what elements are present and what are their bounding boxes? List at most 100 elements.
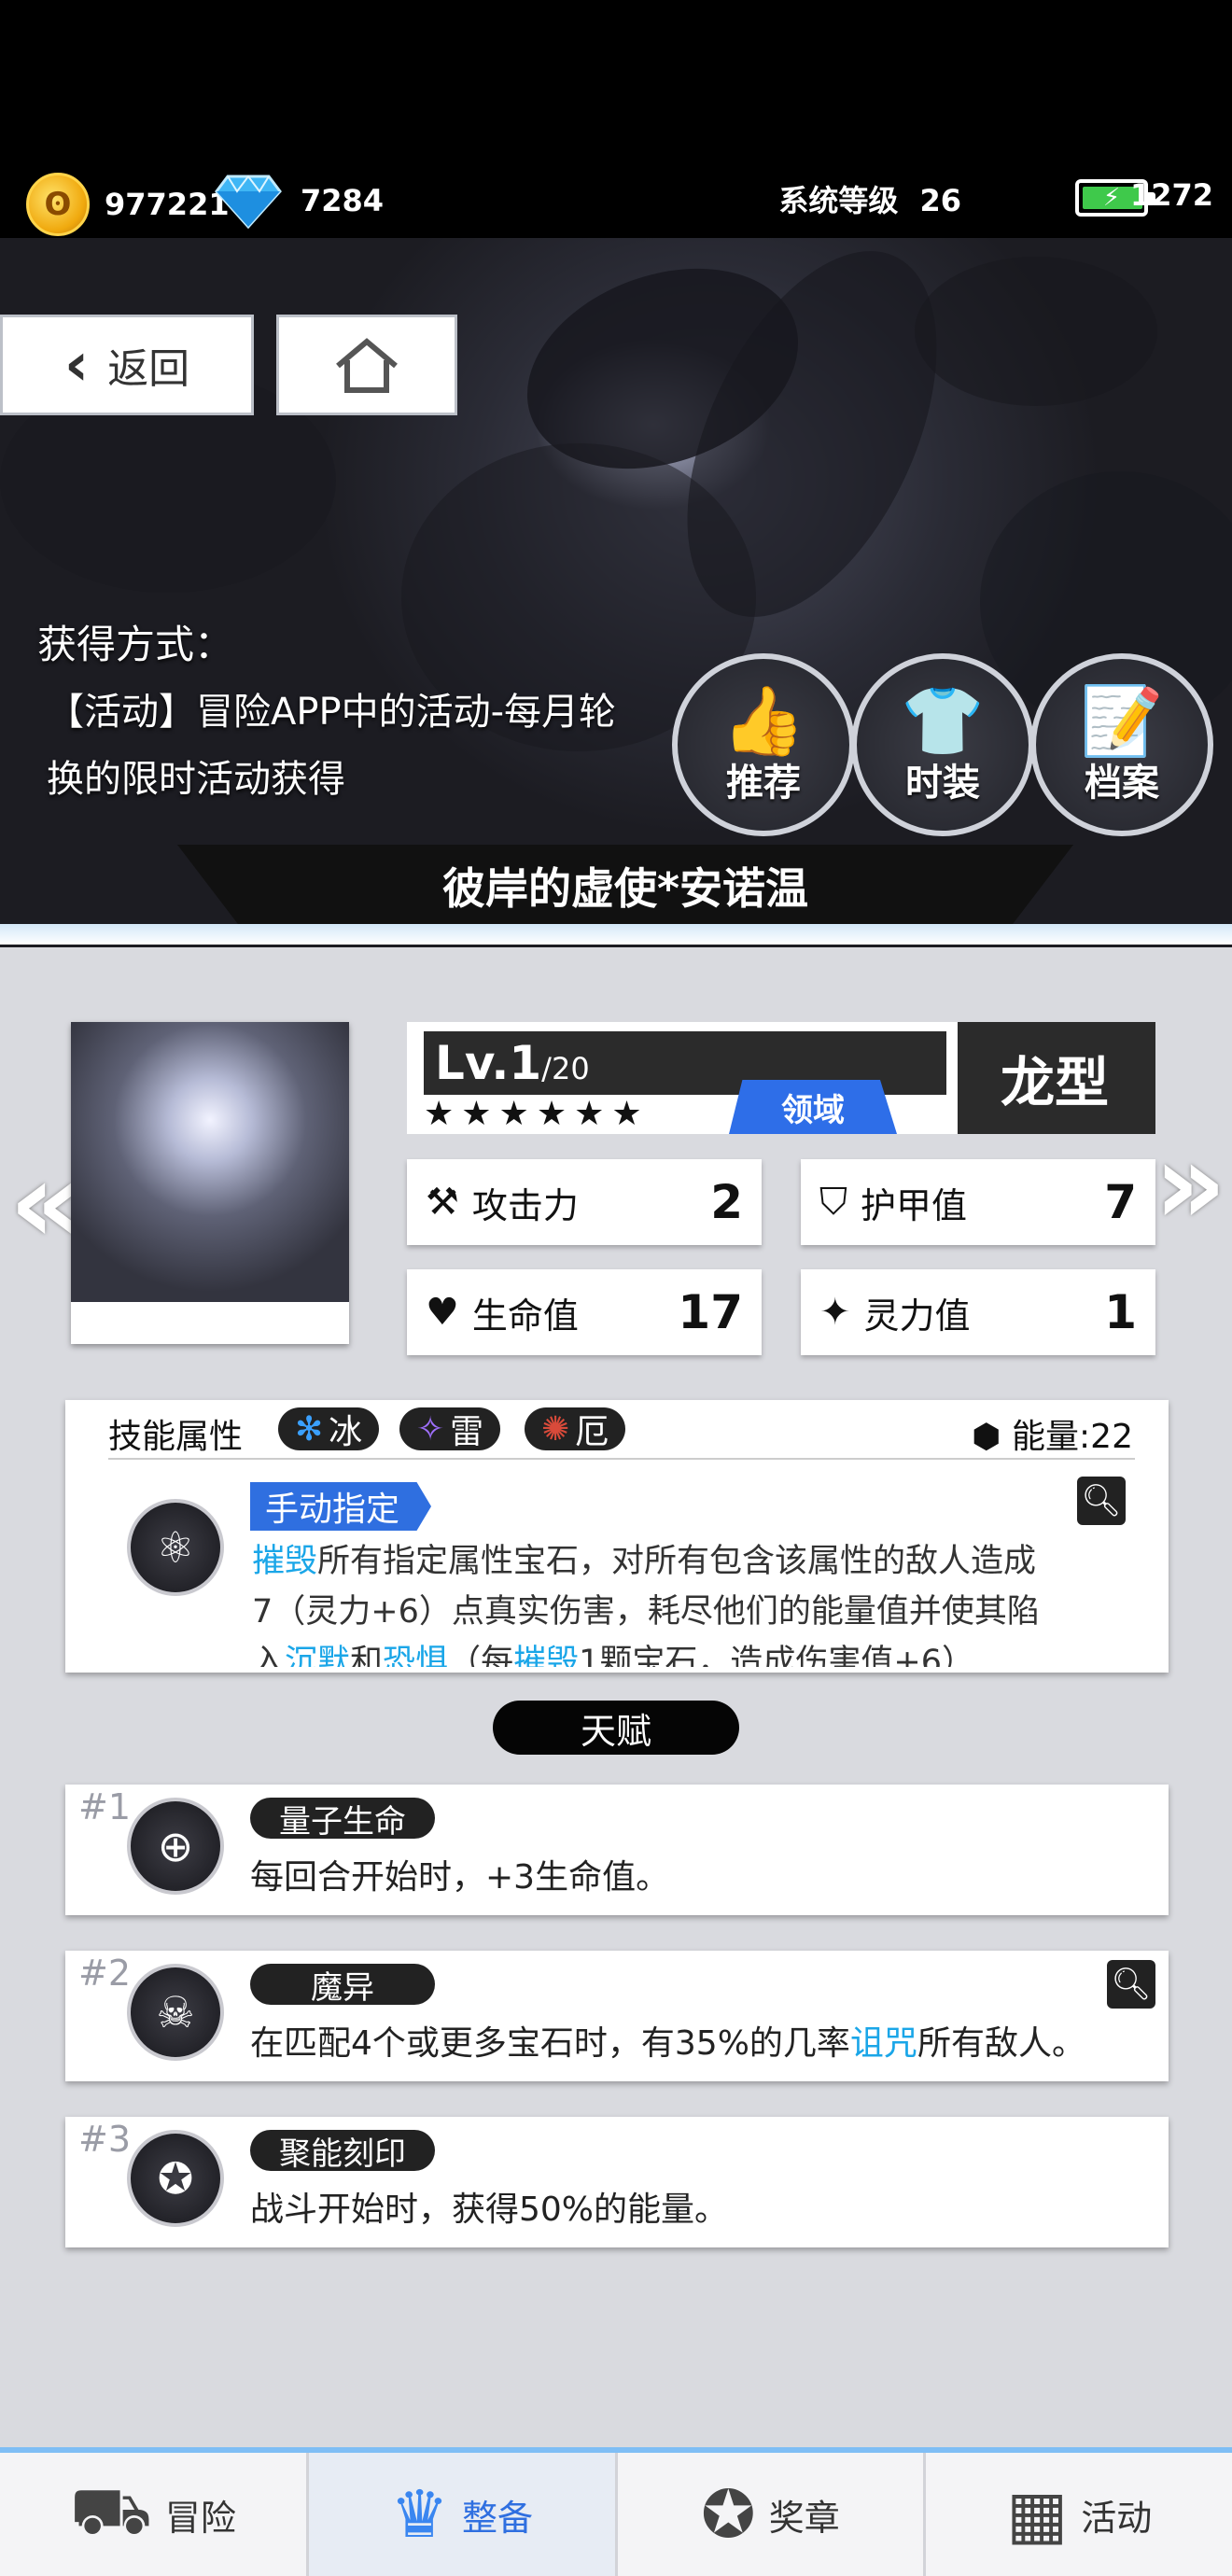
- character-portrait: [71, 1022, 349, 1344]
- hp-stat: ♥ 生命值 17: [407, 1269, 762, 1355]
- skill-text-3c: （每: [448, 1644, 514, 1667]
- fashion-label: 时装: [905, 762, 980, 805]
- keyword-destroy[interactable]: 摧毁: [252, 1543, 317, 1580]
- talent-desc-b: 所有敌人。: [917, 2024, 1085, 2063]
- tag-thunder-label: 雷: [450, 1413, 484, 1451]
- shield-icon: ⛉: [819, 1181, 847, 1224]
- talent-description: 在匹配4个或更多宝石时，有35%的几率诅咒所有敌人。: [250, 2016, 1085, 2065]
- spirit-value: 1: [1104, 1285, 1137, 1339]
- spirit-stat: ✦ 灵力值 1: [801, 1269, 1155, 1355]
- skill-text-3d: 1颗宝石，造成伤害值+6）: [579, 1644, 974, 1667]
- armor-value: 7: [1104, 1175, 1137, 1229]
- skill-mode-badge: 手动指定: [250, 1482, 432, 1531]
- calendar-icon: ▦: [1006, 2476, 1069, 2553]
- spirit-label: 灵力值: [863, 1295, 971, 1337]
- recommend-button[interactable]: 👍 推荐: [672, 653, 855, 836]
- quantum-life-icon: ⊕: [127, 1798, 224, 1895]
- talent-number: #3: [78, 2119, 132, 2160]
- star-badge-icon: ✪: [701, 2476, 756, 2553]
- star-rating: ★★★★★★: [424, 1095, 650, 1133]
- fashion-button[interactable]: 👕 时装: [851, 653, 1034, 836]
- skill-text-3a: 入: [252, 1644, 286, 1667]
- bottom-nav: ⛟ 冒险 ♛ 整备 ✪ 奖章 ▦ 活动: [0, 2447, 1232, 2576]
- character-hero: ‹ 返回 获得方式： 【活动】冒险APP中的活动-每月轮 换的限时活动获得 👍 …: [0, 238, 1232, 947]
- skill-text-1: 所有指定属性宝石，对所有包含该属性的敌人造成: [317, 1543, 1037, 1580]
- talent-name: 魔异: [250, 1964, 435, 2007]
- keyword-curse[interactable]: 诅咒: [850, 2024, 917, 2063]
- magnifier-icon[interactable]: 🔍︎: [1077, 1477, 1126, 1525]
- archive-button[interactable]: 📝 档案: [1030, 653, 1213, 836]
- next-character-arrow[interactable]: »: [1154, 1129, 1226, 1241]
- talent-description: 每回合开始时，+3生命值。: [250, 1858, 670, 1897]
- tab-medal-label: 奖章: [768, 2497, 840, 2539]
- diamond-counter: 7284: [215, 173, 384, 229]
- system-level-value: 26: [919, 183, 961, 218]
- skill-energy: ⬢ 能量:22: [972, 1409, 1133, 1458]
- acquire-info: 获得方式： 【活动】冒险APP中的活动-每月轮 换的限时活动获得: [37, 611, 616, 813]
- talent-item: #1 ⊕ 量子生命 每回合开始时，+3生命值。: [65, 1785, 1169, 1915]
- skill-text-2: 7（灵力+6）点真实伤害，耗尽他们的能量值并使其陷: [252, 1593, 1040, 1631]
- keyword-fear[interactable]: 恐惧: [383, 1644, 448, 1667]
- armor-label: 护甲值: [861, 1184, 968, 1226]
- armor-stat: ⛉ 护甲值 7: [801, 1159, 1155, 1245]
- truck-icon: ⛟: [69, 2471, 152, 2549]
- talent-item: #2 ☠ 魔异 🔍︎ 在匹配4个或更多宝石时，有35%的几率诅咒所有敌人。: [65, 1951, 1169, 2081]
- acquire-line-2: 换的限时活动获得: [47, 758, 345, 801]
- energy-hex-icon: ⬢: [972, 1418, 1001, 1456]
- magnifier-icon[interactable]: 🔍︎: [1107, 1960, 1155, 2009]
- diamond-value: 7284: [301, 183, 385, 218]
- gem-icon: ♛: [390, 2476, 449, 2553]
- lightning-icon: ✧: [416, 1409, 445, 1449]
- heart-icon: ♥: [426, 1291, 459, 1334]
- tab-equip-label: 整备: [462, 2497, 534, 2539]
- hp-label: 生命值: [471, 1295, 579, 1337]
- thumbs-up-icon: 👍: [721, 681, 805, 760]
- attack-label: 攻击力: [471, 1184, 579, 1226]
- back-button[interactable]: ‹ 返回: [0, 315, 254, 415]
- talent-name: 量子生命: [250, 1798, 435, 1841]
- keyword-silence[interactable]: 沉默: [285, 1644, 350, 1667]
- acquire-title: 获得方式：: [37, 622, 234, 667]
- snowflake-icon: ✻: [295, 1409, 324, 1449]
- talent-item: #3 ✪ 聚能刻印 战斗开始时，获得50%的能量。: [65, 2117, 1169, 2247]
- skill-energy-label: 能量:22: [1012, 1418, 1133, 1456]
- diamond-icon: [215, 175, 282, 229]
- tab-equip[interactable]: ♛ 整备: [308, 2453, 618, 2576]
- tag-thunder: ✧ 雷: [399, 1407, 501, 1451]
- level-panel: Lv.1/20 ★★★★★★ 领域 龙型: [407, 1022, 1155, 1134]
- tab-adventure[interactable]: ⛟ 冒险: [0, 2453, 309, 2576]
- talent-description: 战斗开始时，获得50%的能量。: [250, 2191, 729, 2229]
- keyword-destroy-2[interactable]: 摧毁: [513, 1644, 579, 1667]
- acquire-line-1: 【活动】冒险APP中的活动-每月轮: [47, 691, 617, 734]
- talent-name: 聚能刻印: [250, 2130, 435, 2173]
- level-value: Lv.1: [435, 1036, 542, 1090]
- skill-text-3b: 和: [350, 1644, 384, 1667]
- talent-number: #1: [78, 1786, 132, 1827]
- home-button[interactable]: [276, 315, 457, 415]
- energy-value: 1272: [1129, 177, 1213, 213]
- screen: ʘ 977221 7284 系统等级 26 ⚡ 1272 ‹ 返回 获得方式： …: [0, 0, 1232, 2576]
- tab-medal[interactable]: ✪ 奖章: [618, 2453, 927, 2576]
- file-icon: 📝: [1080, 681, 1164, 760]
- domain-badge: 领域: [729, 1080, 897, 1134]
- tab-events[interactable]: ▦ 活动: [926, 2453, 1232, 2576]
- attack-value: 2: [710, 1175, 743, 1229]
- archive-label: 档案: [1085, 762, 1159, 805]
- coin-icon: ʘ: [26, 173, 90, 236]
- tag-ice: ✻ 冰: [278, 1407, 380, 1451]
- status-bar: ʘ 977221 7284 系统等级 26 ⚡ 1272: [0, 0, 1232, 238]
- tag-ice-label: 冰: [329, 1413, 363, 1451]
- skill-title: 技能属性: [108, 1418, 244, 1456]
- character-name: 彼岸的虚使*安诺温: [177, 845, 1073, 927]
- skull-icon: ☠: [127, 1964, 224, 2061]
- back-label: 返回: [107, 345, 190, 393]
- atom-icon: ⚛: [127, 1499, 224, 1596]
- attack-icon: ⚒: [426, 1181, 459, 1224]
- attack-stat: ⚒ 攻击力 2: [407, 1159, 762, 1245]
- tag-doom-label: 厄: [575, 1413, 609, 1451]
- skill-panel: 技能属性 ✻ 冰 ✧ 雷 ✺ 厄 ⬢ 能量:22 ⚛ 手动指定 🔍︎ 摧毁所有指定属性…: [65, 1400, 1169, 1673]
- skill-description: 摧毁所有指定属性宝石，对所有包含该属性的敌人造成 7（灵力+6）点真实伤害，耗尽…: [252, 1536, 1129, 1667]
- system-level: 系统等级 26: [778, 177, 961, 220]
- system-level-label: 系统等级: [778, 183, 899, 218]
- character-type: 龙型: [1000, 1051, 1109, 1114]
